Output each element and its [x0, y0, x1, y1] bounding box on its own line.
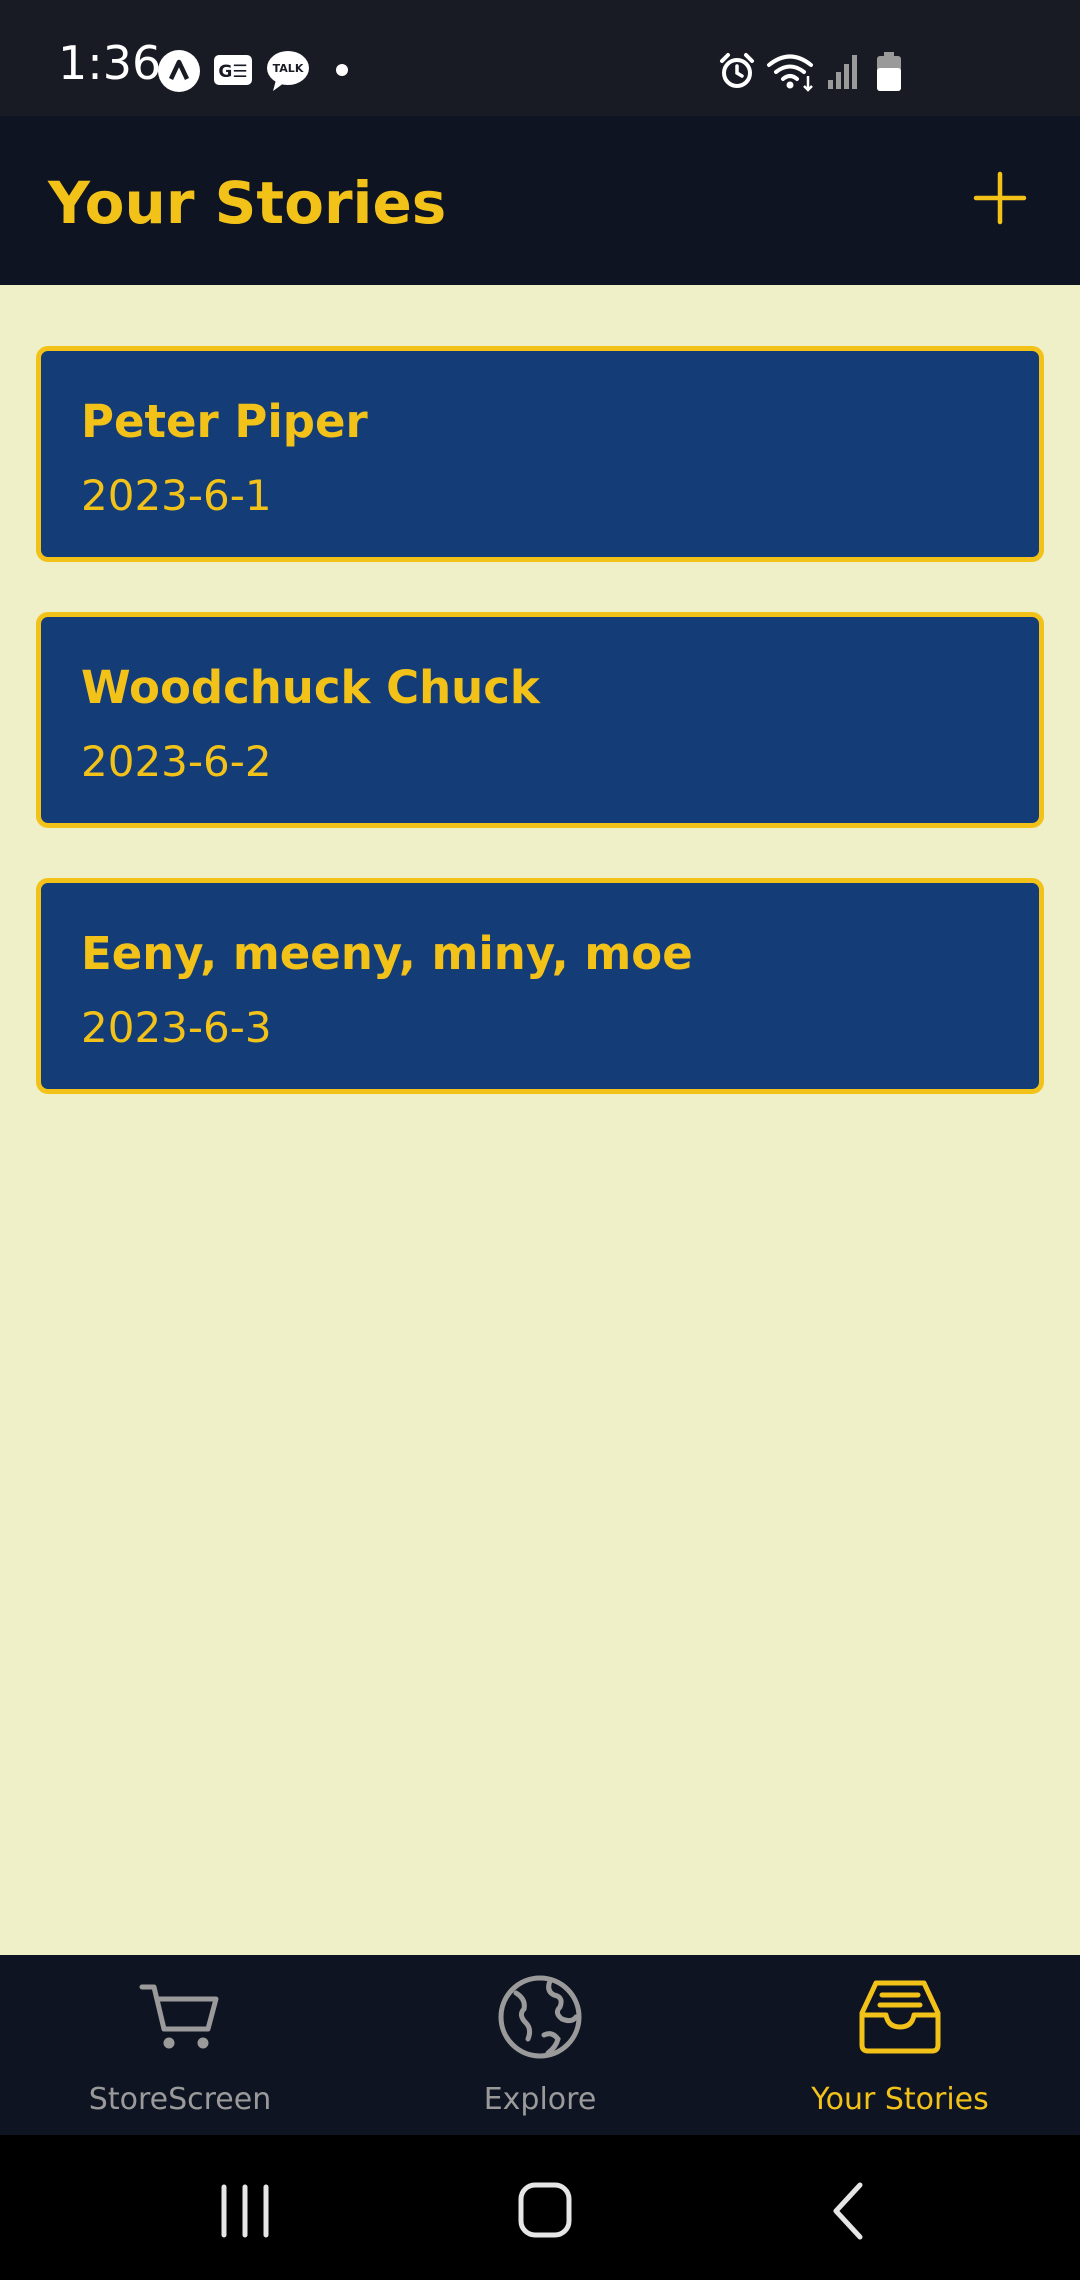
status-time: 1:36 — [58, 36, 162, 90]
story-list: Peter Piper 2023-6-1 Woodchuck Chuck 202… — [0, 285, 1080, 1955]
screen: 1:36 G☰ TALK Your Stories Peter Piper 20… — [0, 0, 1080, 2280]
recent-apps-icon[interactable] — [200, 2171, 290, 2251]
talk-icon: TALK — [267, 51, 309, 91]
tab-storescreen[interactable]: StoreScreen — [0, 1955, 360, 2135]
ge-icon-label: G☰ — [218, 62, 247, 82]
notification-dot-icon — [336, 64, 348, 76]
signal-icon — [828, 55, 857, 89]
app-a-icon — [158, 50, 200, 92]
wifi-icon — [767, 54, 813, 92]
ge-icon: G☰ — [214, 55, 252, 85]
plus-icon — [973, 171, 1027, 225]
story-title: Peter Piper — [81, 395, 368, 448]
home-icon[interactable] — [500, 2171, 590, 2251]
story-title: Woodchuck Chuck — [81, 661, 540, 714]
tab-label: StoreScreen — [88, 2082, 272, 2117]
alarm-icon — [720, 53, 754, 88]
tab-label: Explore — [483, 2082, 597, 2117]
inbox-icon — [859, 1980, 941, 2054]
system-navigation-bar — [0, 2135, 1080, 2280]
bottom-tab-bar: StoreScreen Explore Your Stories — [0, 1955, 1080, 2135]
story-card[interactable]: Woodchuck Chuck 2023-6-2 — [36, 612, 1044, 828]
back-icon[interactable] — [804, 2171, 894, 2251]
app-header: Your Stories — [0, 116, 1080, 285]
story-date: 2023-6-2 — [81, 737, 272, 786]
add-story-button[interactable] — [968, 154, 1032, 242]
story-date: 2023-6-1 — [81, 471, 272, 520]
battery-icon — [877, 52, 901, 91]
story-card[interactable]: Eeny, meeny, miny, moe 2023-6-3 — [36, 878, 1044, 1094]
cart-icon — [139, 1984, 219, 2049]
tab-explore[interactable]: Explore — [360, 1955, 720, 2135]
story-card[interactable]: Peter Piper 2023-6-1 — [36, 346, 1044, 562]
story-date: 2023-6-3 — [81, 1003, 272, 1052]
story-title: Eeny, meeny, miny, moe — [81, 927, 693, 980]
globe-icon — [498, 1975, 582, 2059]
tab-your-stories[interactable]: Your Stories — [720, 1955, 1080, 2135]
tab-label: Your Stories — [811, 2082, 989, 2117]
status-bar: 1:36 G☰ TALK — [0, 0, 1080, 116]
talk-icon-label: TALK — [273, 62, 304, 75]
page-title: Your Stories — [48, 169, 447, 237]
